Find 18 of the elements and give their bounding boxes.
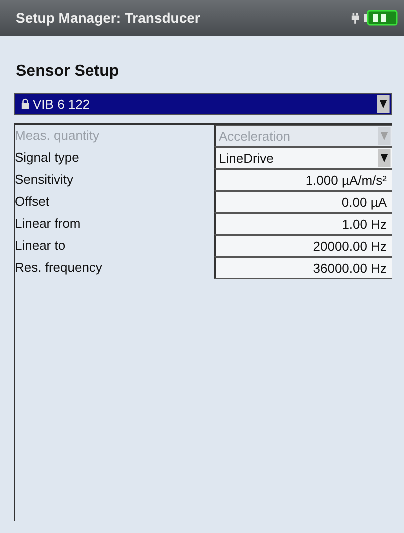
field-label: Offset	[15, 193, 50, 211]
input-field[interactable]: 36000.00 Hz	[214, 257, 392, 279]
field-label: Res. frequency	[15, 259, 104, 277]
dropdown-field[interactable]: LineDrive	[214, 147, 392, 169]
battery-icon	[364, 10, 398, 26]
input-field[interactable]: 1.000 µA/m/s²	[214, 169, 392, 191]
field-label: Linear to	[15, 237, 67, 255]
input-field[interactable]: 0.00 µA	[214, 191, 392, 213]
field-label: Linear from	[15, 215, 82, 233]
section-heading: Sensor Setup	[16, 63, 120, 81]
input-field[interactable]: 1.00 Hz	[214, 213, 392, 235]
window-title: Setup Manager: Transducer	[16, 10, 200, 26]
field-label: Sensitivity	[15, 171, 75, 189]
input-field[interactable]: 20000.00 Hz	[214, 235, 392, 257]
plug-icon	[351, 12, 360, 24]
field-label: Signal type	[15, 149, 80, 167]
sensor-dropdown[interactable]: VIB 6 122	[14, 93, 392, 115]
field-label: Meas. quantity	[15, 127, 101, 145]
